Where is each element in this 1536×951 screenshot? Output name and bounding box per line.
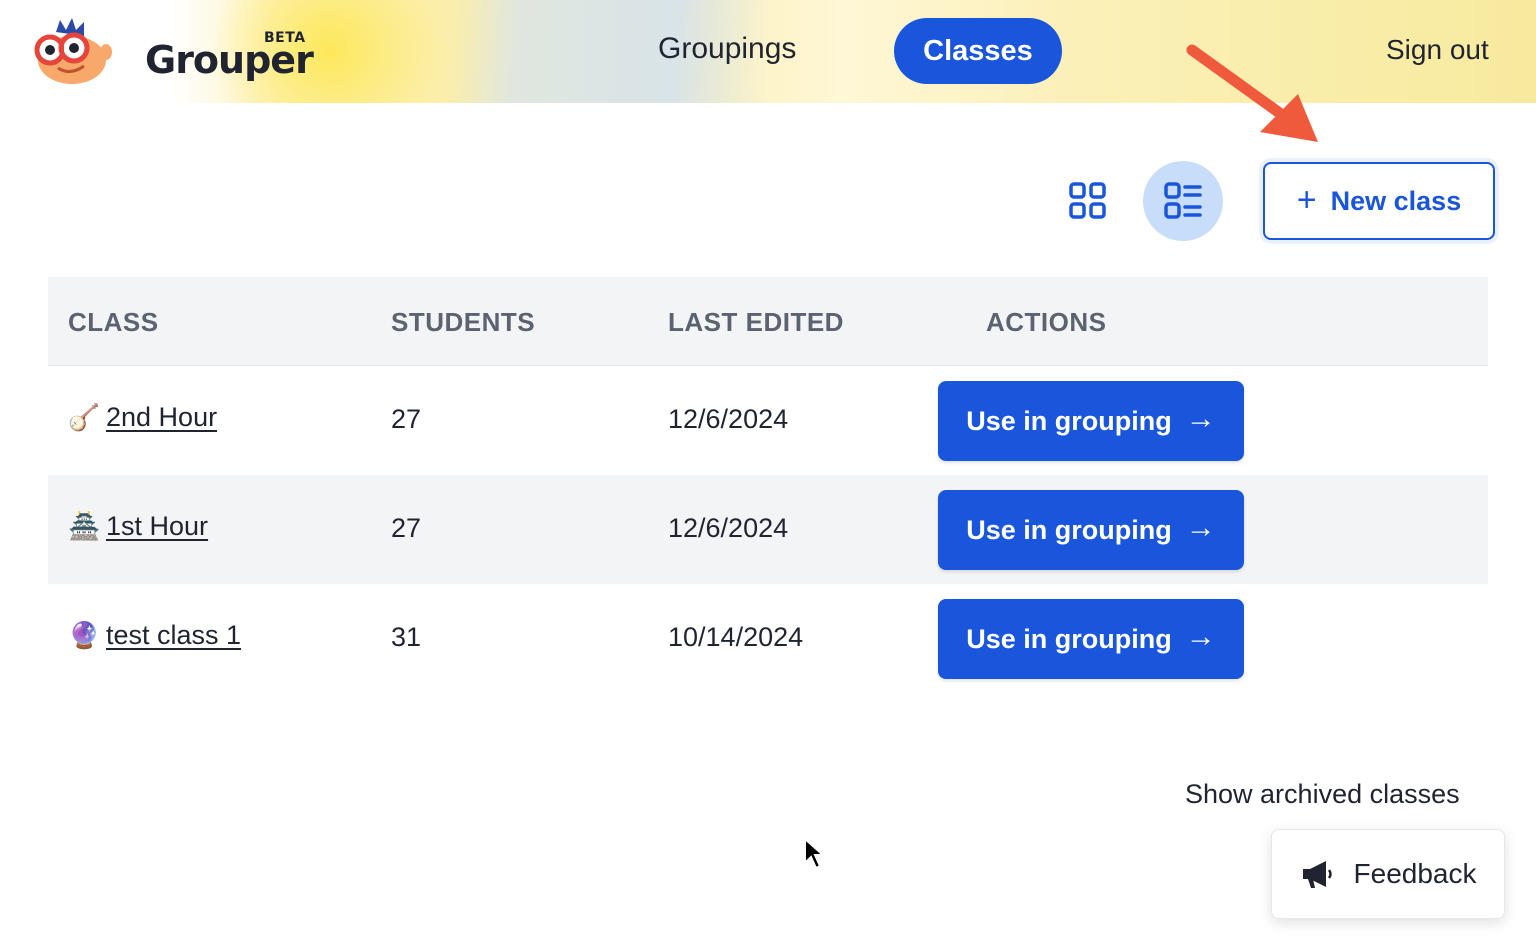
table-row: 🔮 test class 1 31 10/14/2024 <box>48 584 1488 693</box>
megaphone-icon <box>1302 861 1332 888</box>
class-emoji: 🪕 <box>68 402 101 432</box>
student-count: 31 <box>391 622 422 652</box>
class-cell: 🔮 test class 1 <box>68 620 241 651</box>
feedback-button[interactable]: Feedback <box>1271 829 1505 919</box>
nav-groupings[interactable]: Groupings <box>658 32 796 66</box>
app-window: Grouper BETA Groupings Classes Sign out … <box>0 0 1536 951</box>
column-header-class: CLASS <box>68 307 159 337</box>
new-class-button[interactable]: + New class <box>1263 162 1495 240</box>
table-row: 🪕 2nd Hour 27 12/6/2024 <box>48 366 1488 475</box>
class-name-link[interactable]: 2nd Hour <box>106 402 217 433</box>
class-emoji: 🏯 <box>68 511 101 541</box>
last-edited-date: 12/6/2024 <box>668 404 789 434</box>
list-icon <box>1164 182 1202 219</box>
class-name-link[interactable]: test class 1 <box>106 620 241 651</box>
arrow-right-icon: → <box>1185 620 1216 653</box>
beta-badge: BETA <box>264 30 306 46</box>
annotation-arrow-icon <box>1186 44 1318 142</box>
student-count: 27 <box>391 513 422 543</box>
mouse-cursor-icon <box>804 837 825 870</box>
arrow-right-icon: → <box>1185 402 1216 435</box>
column-header-students: STUDENTS <box>391 307 536 337</box>
column-header-last-edited: LAST EDITED <box>668 307 844 337</box>
grid-view-toggle[interactable] <box>1062 172 1114 230</box>
classes-table: CLASS STUDENTS LAST EDITED ACTIONS 🪕 2nd… <box>48 277 1488 693</box>
use-in-grouping-button[interactable]: Use in grouping → <box>938 490 1244 570</box>
class-cell: 🏯 1st Hour <box>68 511 208 542</box>
plus-icon: + <box>1296 180 1317 219</box>
use-in-grouping-label: Use in grouping <box>966 405 1172 436</box>
sign-out-link[interactable]: Sign out <box>1386 34 1489 66</box>
table-row: 🏯 1st Hour 27 12/6/2024 <box>48 475 1488 584</box>
grouper-logo-icon[interactable] <box>28 16 116 86</box>
list-view-toggle[interactable] <box>1143 161 1223 241</box>
class-cell: 🪕 2nd Hour <box>68 402 217 433</box>
table-header: CLASS STUDENTS LAST EDITED ACTIONS <box>48 277 1488 366</box>
class-emoji: 🔮 <box>68 620 101 650</box>
feedback-label: Feedback <box>1353 858 1477 889</box>
use-in-grouping-button[interactable]: Use in grouping → <box>938 381 1244 461</box>
use-in-grouping-button[interactable]: Use in grouping → <box>938 599 1244 679</box>
last-edited-date: 10/14/2024 <box>668 622 804 652</box>
new-class-label: New class <box>1330 185 1462 216</box>
use-in-grouping-label: Use in grouping <box>966 623 1172 654</box>
show-archived-classes-link[interactable]: Show archived classes <box>1185 779 1460 810</box>
arrow-right-icon: → <box>1185 511 1216 544</box>
grid-icon <box>1069 182 1106 219</box>
last-edited-date: 12/6/2024 <box>668 513 789 543</box>
use-in-grouping-label: Use in grouping <box>966 514 1172 545</box>
nav-classes[interactable]: Classes <box>894 18 1062 84</box>
student-count: 27 <box>391 404 422 434</box>
column-header-actions: ACTIONS <box>986 307 1107 337</box>
class-name-link[interactable]: 1st Hour <box>106 511 208 542</box>
